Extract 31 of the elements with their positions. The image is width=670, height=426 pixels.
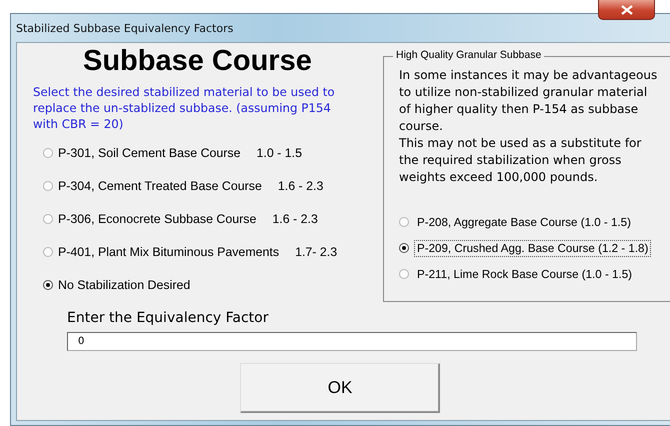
radio-button[interactable] [399,243,409,253]
radio-button[interactable] [43,148,53,158]
option-label[interactable]: P-304, Cement Treated Base Course [58,178,262,192]
range-text: 1.6 - 2.3 [272,212,318,226]
option-label[interactable]: P-301, Soil Cement Base Course [58,146,241,160]
range-text: 1.0 - 1.5 [256,146,302,160]
radio-button[interactable] [399,269,409,279]
radio-button[interactable] [43,180,53,190]
window-title: Stabilized Subbase Equivalency Factors [16,22,234,34]
description-text: In some instances it may be advantageous to utilize non-stabilized granular material of higher quality then P-154 as subbase course. [399,67,658,135]
radio-button[interactable] [43,214,53,224]
range-text: 1.6 - 2.3 [278,178,324,192]
option-label[interactable]: No Stabilization Desired [58,278,190,292]
radio-button[interactable] [43,246,53,256]
instructions-text: Select the desired stabilized material to be used to replace the un-stablized subbase. (assuming P154 with CBR = 20) [33,84,336,132]
option-label[interactable]: P-208, Aggregate Base Course (1.0 - 1.5) [414,214,634,230]
range-text: 1.7- 2.3 [295,244,338,258]
description-text: This may not be used as a substitute for the required stabilization when gross weights exceed 100,000 pounds. [399,135,642,186]
radio-button[interactable] [43,280,53,290]
dialog-heading: Subbase Course [83,45,312,78]
close-button[interactable] [598,0,655,20]
option-label[interactable]: P-209, Crushed Agg. Base Course (1.2 - 1.8) [414,240,652,256]
field-label: Enter the Equivalency Factor [67,310,270,326]
ok-button[interactable]: OK [240,363,440,413]
close-icon [620,4,632,14]
group-title: High Quality Granular Subbase [393,49,544,61]
option-label[interactable]: P-211, Lime Rock Base Course (1.0 - 1.5) [414,266,636,282]
option-label[interactable]: P-306, Econocrete Subbase Course [58,212,256,226]
option-label[interactable]: P-401, Plant Mix Bituminous Pavements [58,244,280,258]
input-field[interactable]: 0 [67,332,637,351]
radio-button[interactable] [399,217,409,227]
